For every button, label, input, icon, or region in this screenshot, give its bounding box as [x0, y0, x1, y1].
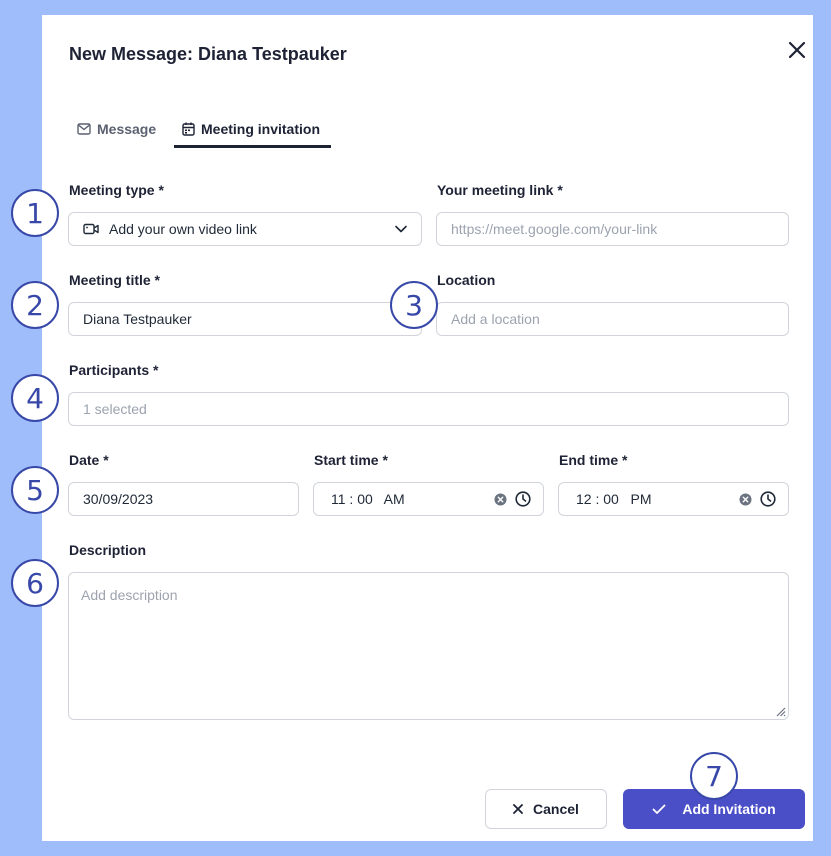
annotation-badge: 1 [11, 189, 59, 237]
meeting-title-input[interactable]: Diana Testpauker [68, 302, 422, 336]
cancel-button-label: Cancel [533, 801, 579, 817]
calendar-icon [182, 122, 195, 136]
meeting-type-select[interactable]: Add your own video link [68, 212, 422, 246]
start-time-value: 11 : 00 AM [331, 491, 405, 507]
dialog-title: New Message: Diana Testpauker [69, 44, 347, 64]
meeting-link-label: Your meeting link * [437, 182, 563, 198]
close-button[interactable] [785, 38, 809, 62]
participants-label: Participants * [69, 362, 159, 378]
description-placeholder: Add description [81, 587, 178, 603]
close-icon [513, 804, 523, 814]
annotation-badge: 5 [11, 466, 59, 514]
start-time-input[interactable]: 11 : 00 AM [313, 482, 544, 516]
end-time-input[interactable]: 12 : 00 PM [558, 482, 789, 516]
meeting-title-value: Diana Testpauker [83, 311, 192, 327]
start-time-label: Start time * [314, 452, 388, 468]
tab-meeting-invitation[interactable]: Meeting invitation [174, 110, 331, 148]
add-invitation-button-label: Add Invitation [682, 801, 776, 817]
description-textarea[interactable]: Add description [68, 572, 789, 720]
location-input[interactable]: Add a location [436, 302, 789, 336]
cancel-button[interactable]: Cancel [485, 789, 607, 829]
date-label: Date * [69, 452, 109, 468]
annotation-badge: 4 [11, 374, 59, 422]
tab-message-label: Message [97, 121, 157, 137]
end-time-value: 12 : 00 PM [576, 491, 652, 507]
annotation-badge: 3 [390, 281, 438, 329]
participants-select[interactable]: 1 selected [68, 392, 789, 426]
meeting-type-value: Add your own video link [109, 221, 257, 237]
mail-icon [77, 123, 91, 135]
description-label: Description [69, 542, 147, 558]
check-icon [652, 804, 666, 814]
close-icon [788, 41, 806, 59]
date-input[interactable]: 30/09/2023 [68, 482, 299, 516]
location-placeholder: Add a location [451, 311, 540, 327]
clock-icon[interactable] [515, 491, 531, 507]
location-label: Location [437, 272, 496, 288]
date-value: 30/09/2023 [83, 491, 154, 507]
tab-message[interactable]: Message [69, 110, 167, 148]
meeting-link-input[interactable]: https://meet.google.com/your-link [436, 212, 789, 246]
annotation-badge: 6 [11, 559, 59, 607]
annotation-badge: 7 [690, 752, 738, 800]
resize-handle-icon[interactable] [774, 705, 786, 717]
meeting-type-label: Meeting type * [69, 182, 164, 198]
end-time-label: End time * [559, 452, 628, 468]
meeting-title-label: Meeting title * [69, 272, 161, 288]
video-icon [83, 223, 99, 235]
annotation-badge: 2 [11, 281, 59, 329]
clear-icon[interactable] [494, 493, 507, 506]
chevron-down-icon [395, 225, 407, 233]
tab-meeting-invitation-label: Meeting invitation [201, 121, 320, 137]
clock-icon[interactable] [760, 491, 776, 507]
meeting-link-placeholder: https://meet.google.com/your-link [451, 221, 658, 237]
clear-icon[interactable] [739, 493, 752, 506]
participants-value: 1 selected [83, 401, 147, 417]
